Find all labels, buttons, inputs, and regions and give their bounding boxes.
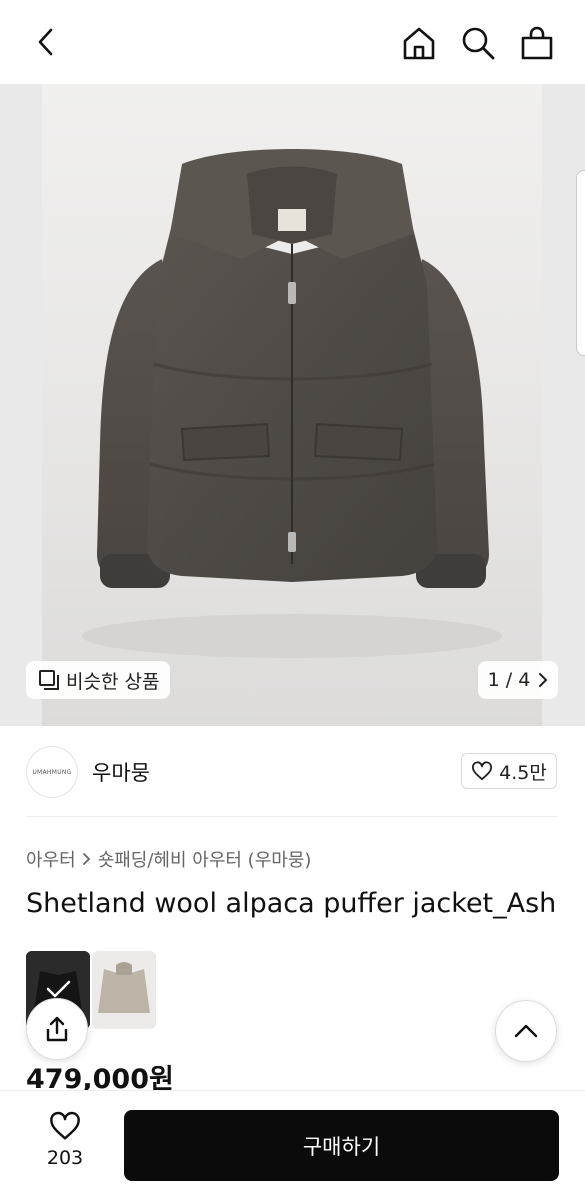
breadcrumb-subcategory[interactable]: 숏패딩/헤비 아우터 (우마뭉) [98, 846, 312, 872]
heart-icon [472, 761, 493, 781]
similar-items-icon [39, 670, 59, 690]
heart-icon [50, 1111, 80, 1140]
jacket-thumbnail [92, 951, 156, 1029]
shopping-bag-icon [521, 26, 553, 60]
wishlist-count: 203 [46, 1147, 84, 1169]
divider [26, 816, 558, 817]
similar-products-label: 비슷한 상품 [66, 670, 160, 693]
similar-products-button[interactable]: 비슷한 상품 [26, 661, 170, 699]
chevron-right-icon [82, 853, 90, 865]
side-handle[interactable] [576, 170, 585, 356]
color-option-beige[interactable] [92, 951, 156, 1029]
brand-logo[interactable]: UMAHMUNG [26, 746, 78, 798]
jacket-illustration [82, 149, 502, 658]
wishlist-button[interactable]: 203 [36, 1111, 94, 1169]
image-counter-text: 1 / 4 [487, 669, 531, 691]
chevron-up-icon [514, 1024, 538, 1038]
home-button[interactable] [398, 22, 440, 64]
brand-logo-text: UMAHMUNG [32, 768, 72, 776]
scroll-top-button[interactable] [495, 1000, 557, 1062]
search-icon [462, 27, 495, 60]
cart-button[interactable] [516, 22, 558, 64]
chevron-right-icon [539, 673, 548, 687]
product-image-carousel[interactable]: 비슷한 상품 1 / 4 [0, 84, 585, 726]
bottom-action-bar: 203 구매하기 [0, 1090, 585, 1201]
share-button[interactable] [26, 998, 88, 1060]
image-counter[interactable]: 1 / 4 [478, 661, 558, 699]
product-title: Shetland wool alpaca puffer jacket_Ash [26, 888, 557, 919]
chevron-left-icon [38, 28, 53, 56]
home-icon [403, 27, 435, 60]
breadcrumb: 아우터 숏패딩/헤비 아우터 (우마뭉) [26, 846, 311, 872]
brand-name[interactable]: 우마뭉 [92, 757, 150, 787]
search-button[interactable] [457, 22, 499, 64]
top-bar [0, 0, 585, 84]
brand-like-count: 4.5만 [499, 761, 547, 784]
share-icon [46, 1016, 68, 1042]
buy-button[interactable]: 구매하기 [124, 1110, 559, 1181]
back-button[interactable] [26, 22, 66, 62]
brand-like-button[interactable]: 4.5만 [461, 753, 557, 789]
product-photo [42, 84, 542, 726]
breadcrumb-category[interactable]: 아우터 [26, 846, 76, 872]
